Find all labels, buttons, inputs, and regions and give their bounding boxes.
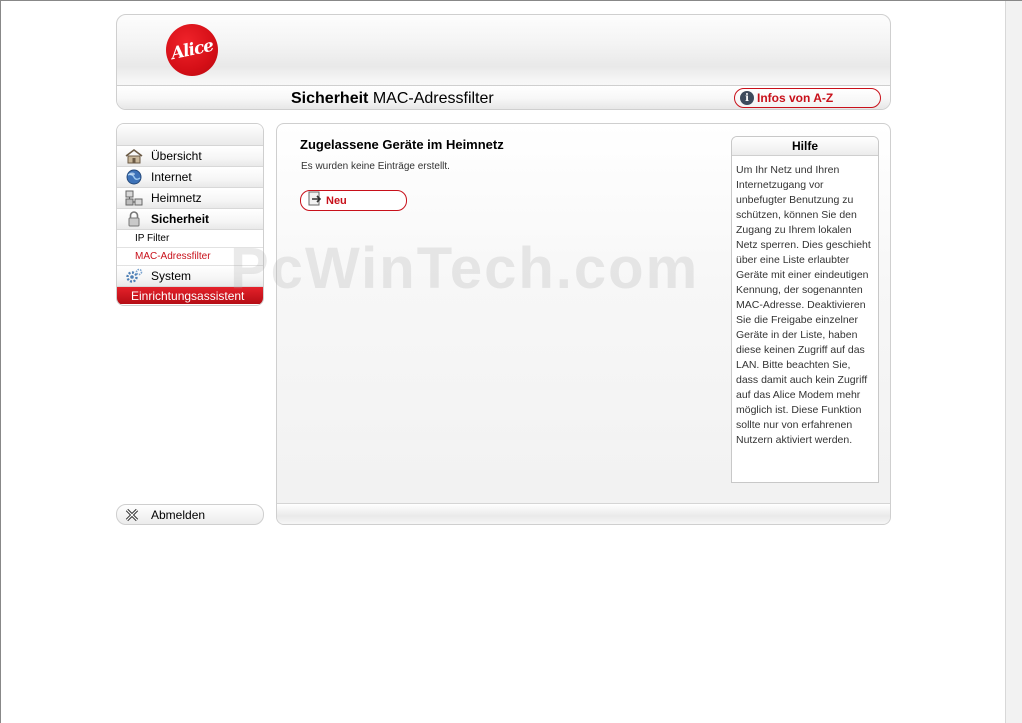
sidebar-item-label: Internet [151, 170, 192, 184]
sidebar-item-label: System [151, 269, 192, 283]
info-icon: i [740, 91, 754, 105]
section-title: Zugelassene Geräte im Heimnetz [300, 137, 504, 152]
sidebar-item-heimnetz[interactable]: Heimnetz [117, 188, 263, 209]
sidebar-item-label: Sicherheit [151, 212, 210, 226]
main-content: Zugelassene Geräte im Heimnetz Es wurden… [276, 123, 891, 525]
help-panel: Hilfe Um Ihr Netz und Ihren Internetzuga… [731, 136, 879, 483]
sidebar-item-label: Übersicht [151, 149, 202, 163]
page-title: Sicherheit MAC-Adressfilter [291, 90, 494, 108]
sidebar-subitem-label: IP Filter [135, 233, 170, 244]
empty-message: Es wurden keine Einträge erstellt. [301, 161, 450, 172]
header: Alice Sicherheit MAC-Adressfilter i Info… [116, 14, 891, 110]
sidebar-subitem-label: MAC-Adressfilter [135, 251, 211, 262]
setup-wizard-label: Einrichtungsassistent [131, 288, 245, 303]
network-icon [123, 190, 145, 206]
sidebar-item-internet[interactable]: Internet [117, 167, 263, 188]
sidebar-item-label: Heimnetz [151, 191, 202, 205]
window-border-left [0, 0, 1, 723]
infos-a-z-label: Infos von A-Z [757, 91, 834, 105]
page-title-section: Sicherheit [291, 90, 369, 107]
sidebar: Übersicht Internet Heimnetz Sicherheit I… [116, 123, 264, 306]
help-text: Um Ihr Netz und Ihren Internetzugang vor… [736, 164, 871, 446]
help-title: Hilfe [732, 137, 878, 156]
logo-text: Alice [169, 35, 215, 65]
vertical-scrollbar[interactable] [1005, 1, 1022, 723]
sidebar-item-system[interactable]: System [117, 266, 263, 287]
setup-wizard-button[interactable]: Einrichtungsassistent [117, 287, 263, 304]
sidebar-item-uebersicht[interactable]: Übersicht [117, 146, 263, 167]
new-entry-label: Neu [326, 194, 347, 207]
globe-icon [123, 169, 145, 185]
page-title-page: MAC-Adressfilter [372, 90, 494, 107]
sidebar-header [117, 124, 263, 146]
new-entry-button[interactable]: Neu [300, 190, 407, 211]
home-icon [123, 148, 145, 164]
sidebar-subitem-mac-adressfilter[interactable]: MAC-Adressfilter [117, 248, 263, 266]
new-entry-icon [307, 191, 323, 210]
logout-label: Abmelden [151, 507, 206, 522]
window-border-top [0, 0, 1022, 1]
infos-a-z-button[interactable]: i Infos von A-Z [734, 88, 881, 108]
logout-button[interactable]: Abmelden [116, 504, 264, 525]
lock-icon [123, 211, 145, 227]
sidebar-item-sicherheit[interactable]: Sicherheit [117, 209, 263, 230]
alice-logo[interactable]: Alice [166, 24, 218, 76]
sidebar-subitem-ip-filter[interactable]: IP Filter [117, 230, 263, 248]
gear-icon [123, 268, 145, 284]
close-icon [123, 507, 141, 523]
content-footer [277, 503, 890, 524]
